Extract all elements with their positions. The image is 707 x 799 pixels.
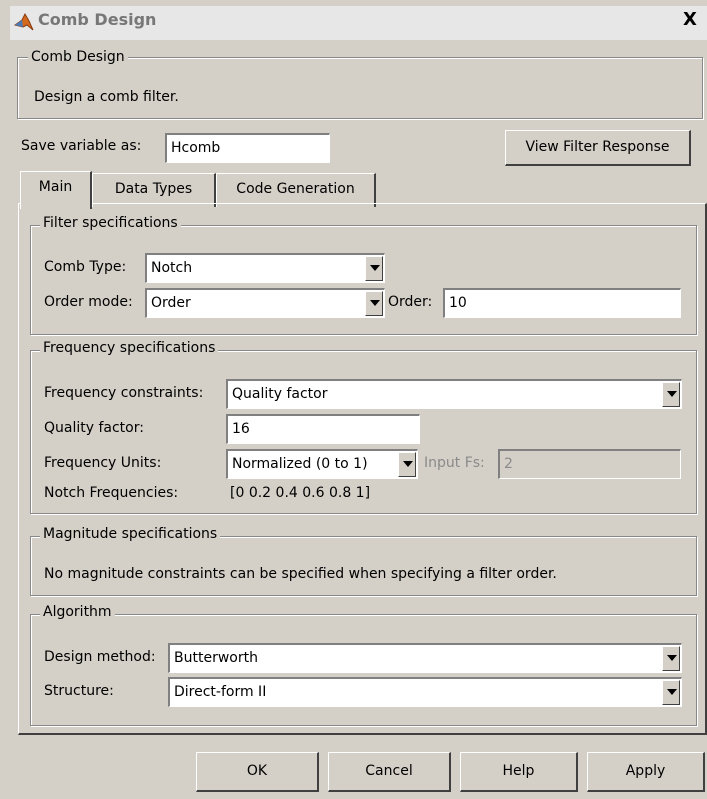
comb-type-label: Comb Type: [44, 259, 127, 275]
comb-type-value: Notch [151, 260, 193, 276]
design-method-select[interactable]: Butterworth [168, 643, 682, 673]
save-variable-label: Save variable as: [21, 138, 142, 154]
chevron-down-icon[interactable] [365, 291, 383, 316]
order-label: Order: [388, 294, 433, 310]
structure-value: Direct-form II [174, 684, 267, 700]
notch-frequencies-value: [0 0.2 0.4 0.6 0.8 1] [230, 485, 371, 501]
design-method-value: Butterworth [174, 650, 258, 666]
structure-select[interactable]: Direct-form II [168, 677, 682, 707]
frequency-units-value: Normalized (0 to 1) [232, 456, 368, 472]
order-mode-value: Order [151, 295, 191, 311]
quality-factor-input[interactable]: 16 [226, 414, 420, 444]
frequency-constraints-value: Quality factor [232, 386, 328, 402]
frequency-units-label: Frequency Units: [44, 455, 162, 471]
chevron-down-icon[interactable] [662, 680, 680, 705]
magnitude-info-text: No magnitude constraints can be specifie… [44, 566, 557, 582]
order-mode-select[interactable]: Order [145, 288, 385, 318]
comb-design-group [17, 57, 703, 119]
window-title: Comb Design [38, 10, 157, 29]
comb-design-dialog: Comb Design X Comb Design Design a comb … [0, 0, 707, 799]
order-input[interactable]: 10 [443, 288, 681, 318]
ok-button[interactable]: OK [196, 752, 319, 792]
magnitude-specifications-label: Magnitude specifications [40, 526, 221, 542]
chevron-down-icon[interactable] [398, 452, 416, 477]
frequency-specifications-label: Frequency specifications [40, 340, 219, 356]
quality-factor-label: Quality factor: [44, 420, 144, 436]
matlab-logo-icon [14, 12, 34, 31]
tab-code-generation[interactable]: Code Generation [216, 173, 376, 207]
close-button[interactable]: X [678, 8, 702, 32]
cancel-button[interactable]: Cancel [328, 752, 451, 792]
frequency-units-select[interactable]: Normalized (0 to 1) [226, 449, 418, 479]
frequency-constraints-select[interactable]: Quality factor [226, 379, 682, 409]
chevron-down-icon[interactable] [662, 382, 680, 407]
algorithm-label: Algorithm [40, 604, 115, 620]
tab-main[interactable]: Main [20, 171, 92, 209]
notch-frequencies-label: Notch Frequencies: [44, 485, 179, 501]
input-fs-input: 2 [498, 449, 681, 479]
design-method-label: Design method: [44, 649, 156, 665]
comb-design-group-label: Comb Design [28, 49, 128, 65]
help-button[interactable]: Help [460, 752, 578, 792]
structure-label: Structure: [44, 683, 114, 699]
frequency-constraints-label: Frequency constraints: [44, 385, 204, 401]
save-variable-input[interactable]: Hcomb [165, 133, 330, 163]
description-text: Design a comb filter. [34, 89, 179, 105]
chevron-down-icon[interactable] [365, 256, 383, 281]
chevron-down-icon[interactable] [662, 646, 680, 671]
view-filter-response-button[interactable]: View Filter Response [505, 130, 691, 166]
input-fs-label: Input Fs: [424, 455, 485, 471]
apply-button[interactable]: Apply [587, 752, 705, 792]
filter-specifications-label: Filter specifications [40, 215, 181, 231]
comb-type-select[interactable]: Notch [145, 253, 385, 283]
tab-data-types[interactable]: Data Types [92, 173, 216, 207]
order-mode-label: Order mode: [44, 294, 133, 310]
